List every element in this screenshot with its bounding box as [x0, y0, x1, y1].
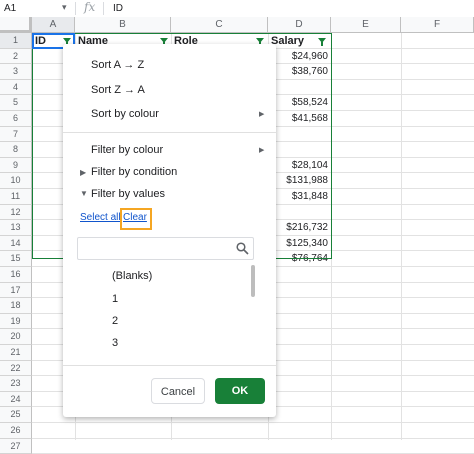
- divider: [63, 132, 276, 133]
- row-header[interactable]: 8: [0, 142, 32, 158]
- ok-button[interactable]: OK: [215, 378, 265, 404]
- row-header[interactable]: 1: [0, 33, 32, 49]
- row-header[interactable]: 26: [0, 423, 32, 439]
- filter-menu: Sort A → Z Sort Z → A Sort by colour ▶ F…: [63, 44, 276, 417]
- value-item[interactable]: 1: [112, 293, 118, 305]
- column-header-d[interactable]: D: [268, 17, 331, 33]
- filter-by-colour[interactable]: Filter by colour: [91, 144, 163, 156]
- row-header[interactable]: 19: [0, 313, 32, 330]
- formula-bar: A1 ▾ fx ID: [0, 0, 474, 18]
- value-item[interactable]: 3: [112, 337, 118, 349]
- row-header[interactable]: 2: [0, 48, 32, 65]
- sort-a-z[interactable]: Sort A → Z: [91, 59, 144, 71]
- row-header[interactable]: 11: [0, 189, 32, 205]
- row-header[interactable]: 25: [0, 407, 32, 423]
- row-header[interactable]: 4: [0, 79, 32, 96]
- row-header[interactable]: 3: [0, 64, 32, 80]
- value-item[interactable]: (Blanks): [112, 270, 152, 282]
- sort-z-a[interactable]: Sort Z → A: [91, 84, 145, 96]
- row-header[interactable]: 22: [0, 360, 32, 377]
- clear-highlight-box: [120, 208, 152, 230]
- expand-down-icon[interactable]: ▼: [80, 189, 88, 198]
- values-scrollbar[interactable]: [251, 265, 255, 297]
- value-item[interactable]: 2: [112, 315, 118, 327]
- filter-by-condition[interactable]: Filter by condition: [91, 166, 177, 178]
- row-header[interactable]: 7: [0, 126, 32, 143]
- row-header[interactable]: 14: [0, 235, 32, 252]
- row-header[interactable]: 27: [0, 438, 32, 454]
- row-header[interactable]: 23: [0, 376, 32, 392]
- row-header[interactable]: 20: [0, 329, 32, 345]
- formula-input[interactable]: ID: [113, 3, 123, 14]
- grid-line: [32, 437, 474, 439]
- column-header-c[interactable]: C: [171, 17, 268, 33]
- grid-line: [32, 422, 474, 423]
- expand-right-icon[interactable]: ▶: [80, 168, 86, 177]
- column-header-f[interactable]: F: [401, 17, 474, 33]
- select-all-corner[interactable]: [0, 17, 32, 33]
- chevron-down-icon[interactable]: ▾: [62, 2, 67, 13]
- row-header[interactable]: 12: [0, 204, 32, 221]
- grid-line: [401, 33, 402, 440]
- divider: [63, 365, 276, 366]
- row-header[interactable]: 21: [0, 345, 32, 361]
- fx-icon: fx: [84, 0, 96, 14]
- row-header[interactable]: 6: [0, 111, 32, 127]
- row-header[interactable]: 10: [0, 173, 32, 189]
- row-header[interactable]: 13: [0, 220, 32, 236]
- column-header-b[interactable]: B: [75, 17, 171, 33]
- chevron-right-icon: ▶: [259, 111, 265, 118]
- column-header-a[interactable]: A: [32, 17, 75, 33]
- row-header[interactable]: 18: [0, 298, 32, 314]
- values-search-input[interactable]: [77, 237, 254, 260]
- divider: [75, 2, 76, 15]
- row-header[interactable]: 16: [0, 267, 32, 283]
- select-all-link[interactable]: Select all: [80, 212, 121, 223]
- column-header-e[interactable]: E: [331, 17, 401, 33]
- sort-by-colour[interactable]: Sort by colour: [91, 108, 159, 120]
- row-header[interactable]: 5: [0, 95, 32, 111]
- divider: [103, 2, 104, 15]
- search-icon: [236, 242, 249, 255]
- chevron-right-icon: ▶: [259, 147, 265, 154]
- name-box[interactable]: A1: [4, 3, 16, 14]
- row-header[interactable]: 15: [0, 251, 32, 267]
- cancel-button[interactable]: Cancel: [151, 378, 205, 404]
- filter-by-values[interactable]: Filter by values: [91, 188, 165, 200]
- row-header[interactable]: 24: [0, 391, 32, 408]
- row-header[interactable]: 17: [0, 282, 32, 299]
- row-header[interactable]: 9: [0, 157, 32, 174]
